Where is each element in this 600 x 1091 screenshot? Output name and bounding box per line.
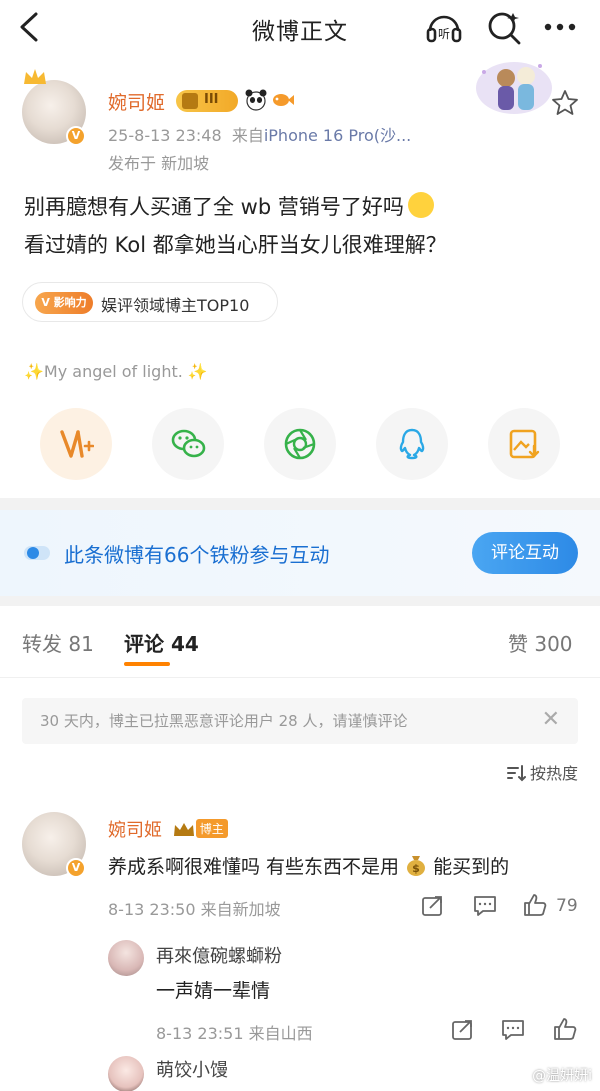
like-icon[interactable] (522, 892, 548, 918)
tab-comment[interactable]: 评论 44 (124, 628, 199, 657)
fans-interaction-banner: 此条微博有66个铁粉参与互动 评论互动 (0, 510, 600, 596)
level-badge: III (176, 90, 238, 112)
share-vplus-button[interactable] (40, 408, 112, 480)
card-decoration-image (476, 62, 552, 114)
search-icon[interactable] (484, 7, 524, 47)
more-icon[interactable] (540, 7, 580, 47)
comment-icon[interactable] (500, 1018, 526, 1042)
blocked-users-notice: 30 天内，博主已拉黑恶意评论用户 28 人，请谨慎评论 ✕ (22, 698, 578, 744)
svg-text:听: 听 (438, 27, 450, 41)
moments-icon (284, 428, 316, 460)
comment-meta: 8-13 23:50 来自新加坡 (108, 900, 281, 919)
repost-icon[interactable] (450, 1018, 476, 1042)
sort-label: 按热度 (529, 764, 578, 783)
influence-text: 娱评领域博主TOP10 (101, 296, 250, 315)
host-badge: 博主 (195, 819, 228, 838)
signature-text: ✨My angel of light. ✨ (24, 362, 208, 381)
section-divider (0, 498, 600, 510)
reply-text: 一声婧一辈情 (156, 980, 271, 1002)
replier-avatar[interactable] (108, 940, 144, 976)
top-bar: 微博正文 听 (0, 0, 600, 54)
share-save-image-button[interactable] (488, 408, 560, 480)
favorite-star-icon[interactable] (550, 88, 580, 118)
replier-avatar[interactable] (108, 1056, 144, 1091)
laugh-cry-emoji-icon (407, 192, 434, 218)
verified-badge-icon: V (66, 858, 86, 878)
fish-icon (273, 94, 294, 106)
author-name[interactable]: 婉司姬 (108, 88, 165, 115)
comment-text: 养成系啊很难懂吗 有些东西不是用 $ 能买到的 (108, 852, 509, 879)
replier-name[interactable]: 萌饺小馒 (156, 1056, 228, 1082)
toggle-icon (24, 546, 50, 560)
comment-icon[interactable] (472, 894, 498, 918)
fans-interaction-text: 此条微博有66个铁粉参与互动 (64, 543, 330, 567)
panda-icon (245, 89, 267, 111)
crown-icon (24, 69, 46, 84)
save-image-icon (509, 429, 540, 459)
active-tab-indicator (124, 662, 170, 666)
sort-by-hot-button[interactable]: 按热度 (506, 760, 578, 784)
post-body: 别再臆想有人买通了全 wb 营销号了好吗 看过婧的 Kol 都拿她当心肝当女儿很… (24, 188, 447, 264)
comment-interact-button[interactable]: 评论互动 (472, 532, 578, 574)
device-source[interactable]: iPhone 16 Pro(沙... (264, 126, 411, 145)
verified-badge-icon: V (66, 126, 86, 146)
reply-meta: 8-13 23:51 来自山西 (156, 1024, 313, 1043)
tab-bar: 转发 81 评论 44 赞 300 (0, 606, 600, 678)
post-text-line: 看过婧的 Kol 都拿她当心肝当女儿很难理解？ (24, 233, 447, 257)
like-count: 79 (556, 896, 578, 916)
like-icon[interactable] (552, 1016, 578, 1042)
crown-badge-icon (173, 823, 194, 836)
share-qq-button[interactable] (376, 408, 448, 480)
tab-like[interactable]: 赞 300 (508, 628, 573, 657)
notice-text: 30 天内，博主已拉黑恶意评论用户 28 人，请谨慎评论 (40, 712, 408, 730)
watermark: @温妍妍i (532, 1068, 592, 1084)
influence-tag[interactable]: V 影响力 娱评领域博主TOP10 (22, 282, 278, 322)
replier-name[interactable]: 再來億碗螺螄粉 (156, 942, 282, 968)
share-moments-button[interactable] (264, 408, 336, 480)
close-icon[interactable]: ✕ (542, 708, 560, 732)
post-meta: 25-8-13 23:48 来自iPhone 16 Pro(沙... (108, 126, 412, 145)
tab-repost[interactable]: 转发 81 (22, 628, 94, 657)
section-divider (0, 596, 600, 606)
sort-icon (506, 765, 526, 782)
share-wechat-button[interactable] (152, 408, 224, 480)
qq-icon (399, 428, 425, 460)
wechat-icon (171, 429, 206, 458)
commenter-name[interactable]: 婉司姬 博主 (108, 816, 228, 842)
vplus-icon (60, 430, 94, 458)
svg-text:$: $ (412, 862, 420, 875)
listen-icon[interactable]: 听 (424, 7, 464, 47)
influence-badge: V 影响力 (35, 292, 93, 314)
repost-icon[interactable] (420, 894, 446, 918)
post-location: 发布于 新加坡 (108, 154, 210, 173)
post-text-line: 别再臆想有人买通了全 wb 营销号了好吗 (24, 195, 404, 219)
money-bag-icon: $ (407, 856, 426, 876)
